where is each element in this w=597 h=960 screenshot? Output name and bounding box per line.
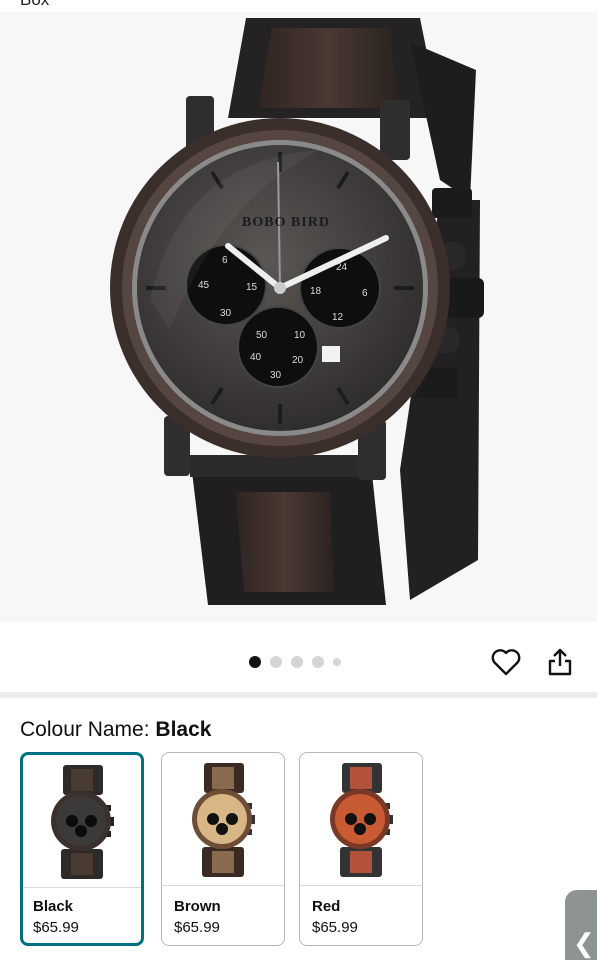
dial-num: 40	[250, 352, 262, 363]
swatch-brown[interactable]: Brown $65.99	[161, 752, 285, 946]
chevron-left-icon: ❮	[573, 928, 595, 958]
pagination-dot[interactable]	[249, 656, 261, 668]
heart-outline-icon[interactable]	[490, 646, 522, 678]
pagination-dot[interactable]	[270, 656, 282, 668]
pagination-dot[interactable]	[333, 658, 341, 666]
swatch-name: Brown	[174, 898, 221, 915]
swatch-name: Black	[33, 898, 74, 915]
dial-num: 30	[270, 370, 282, 381]
colour-label-text: Colour Name:	[20, 718, 150, 741]
swatch-separator	[162, 885, 284, 886]
swatch-name: Red	[312, 898, 341, 915]
dial-num: 20	[292, 355, 304, 366]
swatch-price: $65.99	[312, 919, 358, 936]
swatch-black[interactable]: Black $65.99	[20, 752, 144, 946]
swatch-red[interactable]: Red $65.99	[299, 752, 423, 946]
pagination-dot[interactable]	[312, 656, 324, 668]
swatch-thumbnail	[23, 755, 141, 887]
pagination-dots[interactable]	[249, 656, 341, 668]
cropped-header-text: Box	[0, 0, 597, 12]
colour-label: Colour Name: Black	[20, 718, 211, 742]
swatch-thumbnail	[162, 753, 284, 885]
dial-num: 50	[256, 330, 268, 341]
swatch-separator	[300, 885, 422, 886]
side-panel-tab[interactable]: ❮	[565, 890, 597, 960]
swatch-separator	[23, 887, 141, 888]
share-icon[interactable]	[544, 646, 576, 678]
product-image-gallery[interactable]: BOBO BIRD 6 45 15 30 24 18 6 12 50 10 40…	[0, 12, 597, 622]
subdial-bottom-numbers: 50 10 40 20 30	[0, 12, 597, 622]
swatch-price: $65.99	[174, 919, 220, 936]
header-text: Box	[20, 0, 49, 10]
swatch-thumbnail	[300, 753, 422, 885]
swatch-price: $65.99	[33, 919, 79, 936]
colour-selector: Colour Name: Black Black $65.99 Brown $6…	[0, 698, 597, 960]
pagination-dot[interactable]	[291, 656, 303, 668]
colour-selected-value: Black	[155, 718, 212, 741]
gallery-controls	[0, 622, 597, 692]
dial-num: 10	[294, 330, 306, 341]
